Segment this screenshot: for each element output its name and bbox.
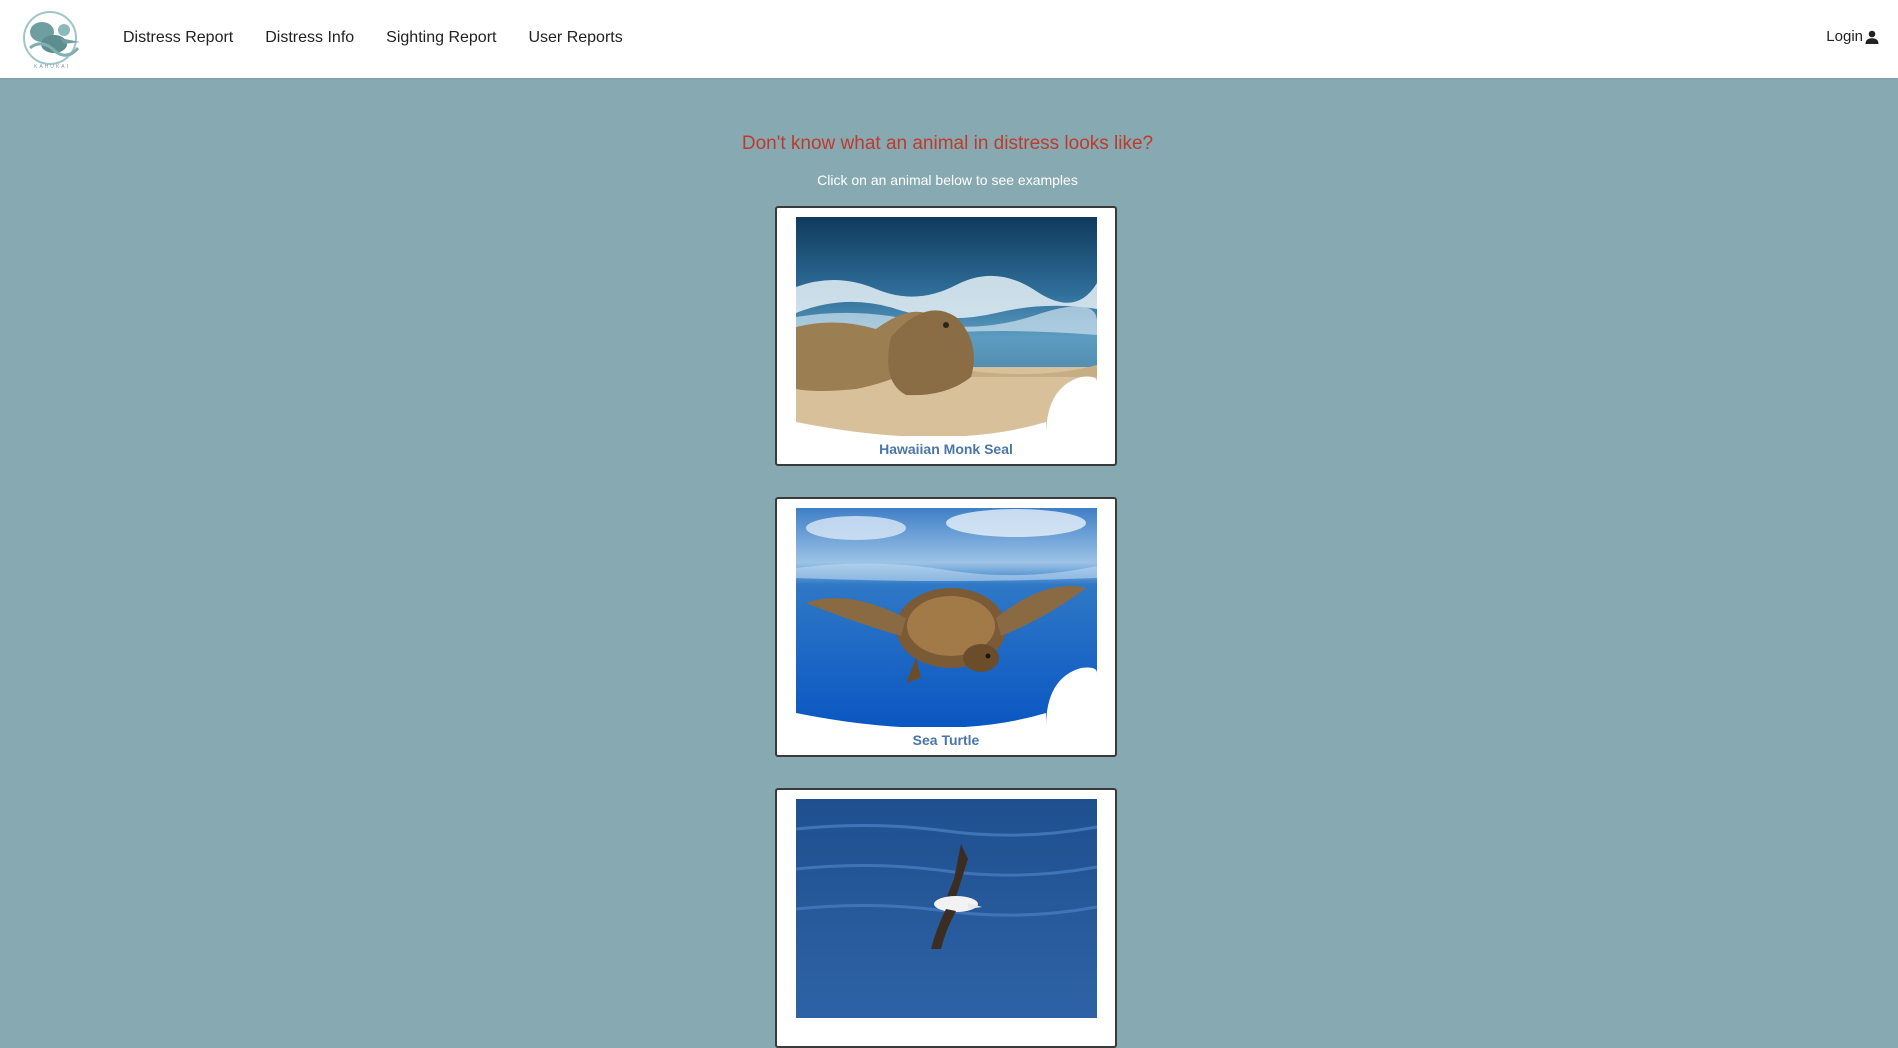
animal-card-label: Sea Turtle (912, 732, 980, 748)
main-nav: Distress Report Distress Info Sighting R… (123, 0, 655, 76)
nav-distress-report[interactable]: Distress Report (123, 29, 233, 47)
nav-sighting-report[interactable]: Sighting Report (386, 29, 496, 47)
animal-card-sea-turtle[interactable]: Sea Turtle (775, 497, 1117, 757)
user-icon (1865, 30, 1879, 44)
login-button[interactable]: Login (1826, 28, 1879, 45)
page-heading: Don't know what an animal in distress lo… (741, 133, 1154, 154)
main-content: Don't know what an animal in distress lo… (0, 78, 1898, 1048)
sea-turtle-image (796, 508, 1097, 727)
page-subheading: Click on an animal below to see examples (817, 172, 1078, 188)
monk-seal-image (796, 217, 1097, 436)
animal-card-label: Hawaiian Monk Seal (879, 441, 1013, 457)
nav-user-reports[interactable]: User Reports (528, 29, 622, 47)
top-navbar: KAHUKAI Distress Report Distress Info Si… (0, 0, 1898, 78)
login-label: Login (1826, 28, 1863, 45)
animal-card-monk-seal[interactable]: Hawaiian Monk Seal (775, 206, 1117, 466)
kahukai-logo[interactable]: KAHUKAI (20, 8, 84, 70)
nav-distress-info[interactable]: Distress Info (265, 29, 354, 47)
seabird-image (796, 799, 1097, 1018)
logo-wordmark: KAHUKAI (34, 64, 70, 70)
animal-card-seabird[interactable] (775, 788, 1117, 1048)
